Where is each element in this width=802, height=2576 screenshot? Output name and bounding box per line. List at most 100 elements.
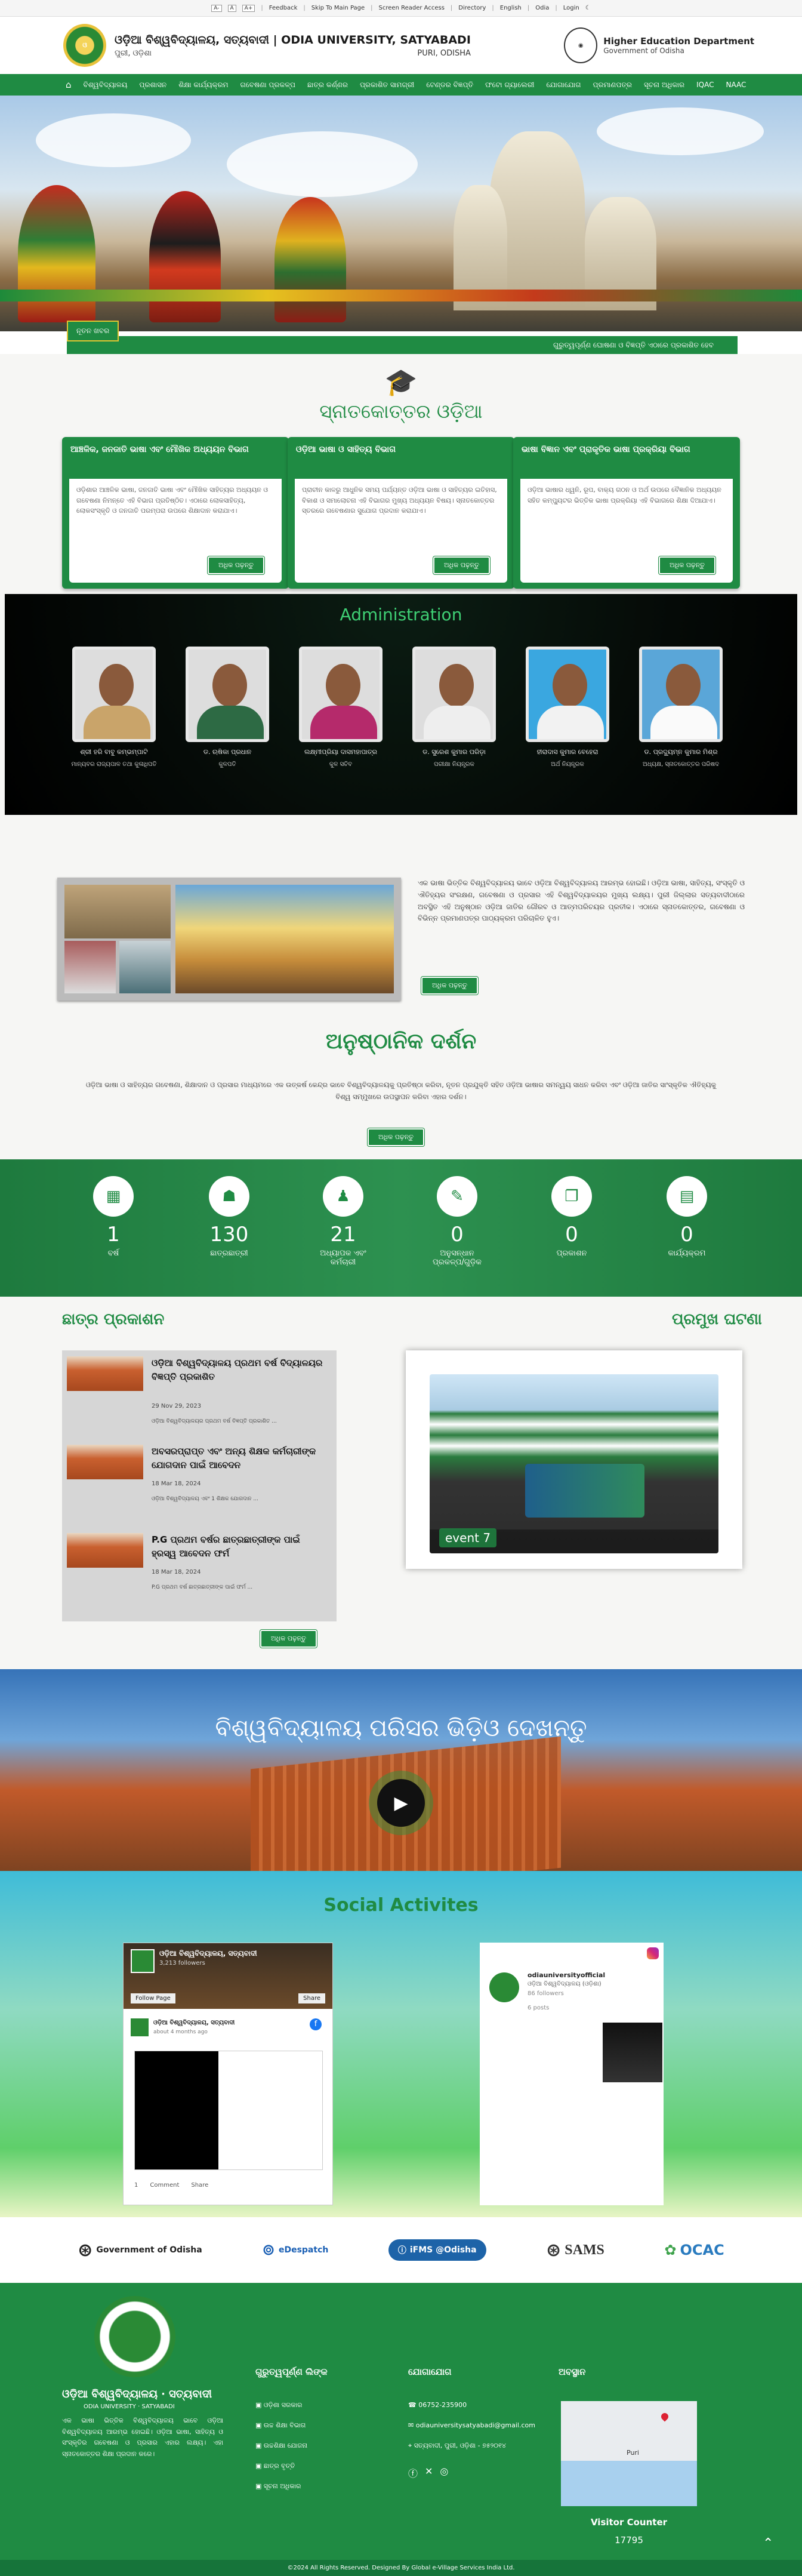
nav-item[interactable]: ଫଟୋ ଗ୍ୟାଲେରୀ	[485, 81, 534, 90]
directory-link[interactable]: Directory	[458, 5, 486, 11]
footer-address: ⌖ ସତ୍ୟବାଦୀ, ପୁରୀ, ଓଡ଼ିଶା - ୭୫୨୦୧୪	[408, 2442, 506, 2449]
admin-person[interactable]: ହୀରାଦାସ କୁମାର ବେହେରା ଅର୍ଥ ନିୟନ୍ତ୍ରକ	[523, 647, 612, 768]
admin-person[interactable]: ଡ. ଋଷିକା ପ୍ରଧାନ କୁଳପତି	[183, 647, 272, 768]
login-link[interactable]: Login	[563, 5, 579, 11]
admin-role: କୁଳପତି	[218, 761, 236, 768]
event-slider: event 7	[406, 1350, 742, 1569]
fb-post-author[interactable]: ଓଡ଼ିଆ ବିଶ୍ୱବିଦ୍ୟାଳୟ, ସତ୍ୟବାଦୀ	[153, 2020, 235, 2026]
admin-photo	[639, 647, 723, 742]
nav-item[interactable]: NAAC	[726, 81, 747, 89]
read-more-button[interactable]: ଅଧିକ ପଢ଼ନ୍ତୁ	[208, 556, 265, 574]
course-card: ଆଞ୍ଚଳିକ, ଜନଜାତି ଭାଷା ଏବଂ ମୌଖିକ ଅଧ୍ୟୟନ ବି…	[62, 437, 289, 589]
instagram-icon[interactable]: ◎	[440, 2466, 448, 2480]
event-image[interactable]: event 7	[430, 1374, 718, 1553]
stat-label: ଅନୁସନ୍ଧାନ ପ୍ରକଳ୍ପ/ଗୁଡ଼ିକ	[433, 1249, 482, 1267]
nav-item[interactable]: ଶିକ୍ଷା କାର୍ଯ୍ୟକ୍ରମ	[178, 81, 228, 90]
nav-item[interactable]: ଟେଣ୍ଡର ବିଜ୍ଞପ୍ତି	[426, 81, 473, 90]
scroll-top-icon[interactable]: ⌃	[763, 2536, 773, 2551]
font-increase-button[interactable]: A+	[242, 4, 255, 12]
book-icon: ❐	[551, 1176, 592, 1217]
publication-item[interactable]: P.G ପ୍ରଥମ ବର୍ଷର ଛାତ୍ରଛାତ୍ରୀଙ୍କ ପାଇଁ ହ୍ରସ…	[67, 1533, 332, 1617]
lang-english-link[interactable]: English	[500, 5, 522, 11]
x-icon[interactable]: ✕	[425, 2466, 433, 2480]
partner-link[interactable]: ✿ OCAC	[664, 2242, 724, 2258]
visitor-counter-label: Visitor Counter	[590, 2517, 668, 2528]
publication-item[interactable]: ଅବସରପ୍ରାପ୍ତ ଏବଂ ଅନ୍ୟ ଶିକ୍ଷକ କର୍ମଚାରୀଙ୍କ …	[67, 1445, 332, 1528]
publication-item[interactable]: ଓଡ଼ିଆ ବିଶ୍ୱବିଦ୍ୟାଳୟ ପ୍ରଥମ ବର୍ଷ ବିଦ୍ୟାଳୟର…	[67, 1356, 332, 1440]
partner-link[interactable]: ⊚ eDespatch	[262, 2241, 328, 2259]
publication-excerpt: ଓଡ଼ିଆ ବିଶ୍ୱବିଦ୍ୟାଳୟ ଏବଂ 1 ଶିକ୍ଷକ ଯୋଗଦାନ …	[152, 1496, 259, 1502]
facebook-icon: f	[310, 2018, 322, 2030]
dark-mode-icon[interactable]: ☾	[585, 5, 591, 11]
partner-link[interactable]: ⊛ Government of Odisha	[78, 2240, 202, 2261]
fb-post-media[interactable]	[134, 2051, 323, 2170]
fb-share-post-button[interactable]: Share	[191, 2182, 208, 2189]
play-icon[interactable]: ▶	[377, 1779, 425, 1827]
fb-follow-button[interactable]: Follow Page	[131, 1993, 175, 2003]
skip-link[interactable]: Skip To Main Page	[311, 5, 365, 11]
publications-read-more-button[interactable]: ଅଧିକ ପଢ଼ନ୍ତୁ	[260, 1630, 317, 1648]
facebook-icon[interactable]: ⓕ	[408, 2466, 418, 2480]
footer-link[interactable]: ▣ ଉଚ୍ଚ ଶିକ୍ଷା ବିଭାଗ	[255, 2421, 306, 2430]
publication-title[interactable]: P.G ପ୍ରଥମ ବର୍ଷର ଛାତ୍ରଛାତ୍ରୀଙ୍କ ପାଇଁ ହ୍ରସ…	[152, 1533, 325, 1560]
footer-phone[interactable]: ☎ 06752-235900	[408, 2401, 467, 2409]
stat-value: 0	[565, 1223, 578, 1247]
nav-item[interactable]: ପ୍ରକାଶିତ ସାମଗ୍ରୀ	[360, 81, 414, 90]
font-decrease-button[interactable]: A-	[211, 4, 222, 12]
screen-reader-link[interactable]: Screen Reader Access	[379, 5, 445, 11]
read-more-button[interactable]: ଅଧିକ ପଢ଼ନ୍ତୁ	[433, 556, 491, 574]
partner-link[interactable]: ⊛ SAMS	[546, 2240, 604, 2261]
font-normal-button[interactable]: A	[227, 4, 236, 12]
nav-item[interactable]: ପ୍ରଶାସନ	[139, 81, 166, 90]
admin-person[interactable]: ଲକ୍ଷ୍ମୀପ୍ରିୟା ଦାସମହାପାତ୍ର କୁଳ ସଚିବ	[296, 647, 385, 768]
home-icon[interactable]: ⌂	[66, 79, 72, 90]
feedback-link[interactable]: Feedback	[269, 5, 298, 11]
location-map[interactable]: Puri	[561, 2401, 697, 2506]
lang-odia-link[interactable]: Odia	[535, 5, 549, 11]
publication-title[interactable]: ଓଡ଼ିଆ ବିଶ୍ୱବିଦ୍ୟାଳୟ ପ୍ରଥମ ବର୍ଷ ବିଦ୍ୟାଳୟର…	[152, 1356, 325, 1383]
course-card-title: ଆଞ୍ଚଳିକ, ଜନଜାତି ଭାଷା ଏବଂ ମୌଖିକ ଅଧ୍ୟୟନ ବି…	[70, 445, 249, 454]
nav-item[interactable]: ଯୋଗାଯୋଗ	[546, 81, 581, 90]
nav-item[interactable]: ସୂଚନା ଅଧିକାର	[644, 81, 684, 90]
nav-item[interactable]: ଗବେଷଣା ପ୍ରକଳ୍ପ	[240, 81, 295, 90]
social-section: Social Activites ଓଡ଼ିଆ ବିଶ୍ୱବିଦ୍ୟାଳୟ, ସତ…	[0, 1871, 802, 2217]
admin-person[interactable]: ଶ୍ରୀ ହରି ବାବୁ କମ୍ଭମ୍ପାଟି ମାନ୍ୟବର ରାଜ୍ୟପା…	[69, 647, 159, 768]
read-more-button[interactable]: ଅଧିକ ପଢ଼ନ୍ତୁ	[659, 556, 716, 574]
about-collage	[57, 878, 401, 1001]
partner-name: iFMS @Odisha	[409, 2245, 477, 2255]
fb-comment-button[interactable]: Comment	[150, 2182, 179, 2189]
footer-link[interactable]: ▣ ସୂଚନା ଅଧିକାର	[255, 2482, 301, 2491]
footer-link[interactable]: ▣ ଓଡ଼ିଶା ସରକାର	[255, 2401, 302, 2409]
admin-person[interactable]: ଡ. ସୁରେଶ କୁମାର ପରିଡ଼ା ପରୀକ୍ଷା ନିୟନ୍ତ୍ରକ	[409, 647, 499, 768]
admin-role: ମାନ୍ୟବର ରାଜ୍ୟପାଳ ତଥା କୁଳାଧିପତି	[71, 761, 157, 768]
publication-title[interactable]: ଅବସରପ୍ରାପ୍ତ ଏବଂ ଅନ୍ୟ ଶିକ୍ଷକ କର୍ମଚାରୀଙ୍କ …	[152, 1445, 325, 1472]
stat-value: 0	[680, 1223, 693, 1247]
nav-item[interactable]: IQAC	[696, 81, 714, 89]
nav-item[interactable]: ଛାତ୍ର କର୍ଣ୍ଣର	[307, 81, 348, 90]
about-read-more-button[interactable]: ଅଧିକ ପଢ଼ନ୍ତୁ	[421, 977, 479, 995]
admin-person[interactable]: ଡ. ପ୍ରଦ୍ୟୁମ୍ନ କୁମାର ମିଶ୍ର ଅଧ୍ୟକ୍ଷ, ସ୍ନାତ…	[636, 647, 726, 768]
university-logo[interactable]: ଓ	[63, 24, 106, 67]
fb-share-button[interactable]: Share	[298, 1993, 325, 2003]
fb-post-time: about 4 months ago	[153, 2029, 208, 2035]
footer-link[interactable]: ▣ ଉଚ୍ଚଶିକ୍ଷା ଯୋଜନା	[255, 2442, 307, 2450]
vision-read-more-button[interactable]: ଅଧିକ ପଢ଼ନ୍ତୁ	[368, 1128, 425, 1146]
ocac-logo-icon: ✿	[664, 2242, 677, 2258]
footer-university-name: ଓଡ଼ିଆ ବିଶ୍ୱବିଦ୍ୟାଳୟ ‧ ସତ୍ୟବାଦୀ	[62, 2388, 212, 2400]
ticker-text[interactable]: ଗୁରୁତ୍ୱପୂର୍ଣ୍ଣ ଘୋଷଣା ଓ ବିଜ୍ଞପ୍ତି ଏଠାରେ ପ…	[67, 336, 738, 354]
ig-post-thumb[interactable]	[603, 2023, 662, 2082]
footer-email[interactable]: ✉ odiauniversitysatyabadi@gmail.com	[408, 2421, 535, 2429]
main-nav: ⌂ ବିଶ୍ୱବିଦ୍ୟାଳୟ ପ୍ରଶାସନ ଶିକ୍ଷା କାର୍ଯ୍ୟକ୍…	[0, 74, 802, 96]
publication-date: 29 Nov 29, 2023	[152, 1403, 202, 1409]
admin-photo	[412, 647, 496, 742]
footer-logo[interactable]	[94, 2296, 175, 2377]
nav-item[interactable]: ବିଶ୍ୱବିଦ୍ୟାଳୟ	[84, 81, 128, 90]
partner-link[interactable]: ⓘ iFMS @Odisha	[388, 2239, 486, 2261]
fb-page-name[interactable]: ଓଡ଼ିଆ ବିଶ୍ୱବିଦ୍ୟାଳୟ, ସତ୍ୟବାଦୀ	[159, 1949, 257, 1958]
hero-banner	[0, 96, 802, 331]
partner-name: OCAC	[680, 2242, 724, 2258]
ig-handle[interactable]: odiauniversityofficial	[528, 1971, 605, 1979]
location-odia: ପୁରୀ, ଓଡ଼ିଶା	[115, 48, 152, 58]
nav-item[interactable]: ପ୍ରମାଣପତ୍ର	[593, 81, 633, 90]
footer-link[interactable]: ▣ ଛାତ୍ର ବୃତ୍ତି	[255, 2462, 295, 2470]
